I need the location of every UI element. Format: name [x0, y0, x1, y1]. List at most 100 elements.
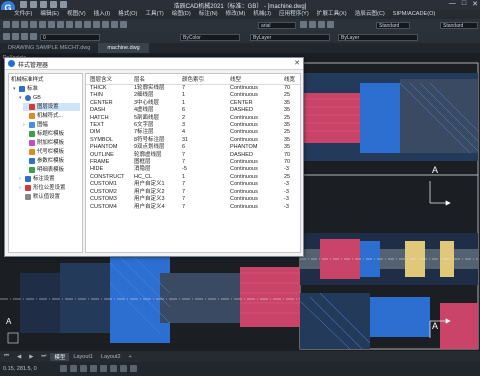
table-cell[interactable]: 7 — [178, 85, 226, 93]
table-row[interactable]: CUSTOM3 用户自定义3 7 Continuous -3 — [86, 196, 300, 203]
table-cell[interactable]: 9双点划线层 — [130, 144, 178, 151]
table-cell[interactable]: 35 — [280, 137, 300, 144]
tree-item-code-block[interactable]: 代号栏模板 — [23, 148, 64, 156]
table-cell[interactable]: 2细线层 — [130, 92, 178, 99]
chevron-down-icon[interactable]: ▾ — [13, 85, 17, 93]
table-row[interactable]: OUTLINE 轮廓虚线层 7 DASHED 70 — [86, 152, 300, 159]
table-cell[interactable]: 1 — [178, 100, 226, 107]
table-cell[interactable]: 4虚线层 — [130, 107, 178, 114]
save-tool-icon[interactable] — [21, 21, 28, 28]
table-cell[interactable]: OUTLINE — [86, 152, 130, 159]
print-icon[interactable] — [30, 21, 37, 28]
menu-sipm[interactable]: SIPM/ACADE(O) — [389, 10, 440, 19]
table-cell[interactable]: Continuous — [226, 159, 280, 166]
table-cell[interactable]: 7 — [178, 204, 226, 211]
table-row[interactable]: THIN 2细线层 1 Continuous 25 — [86, 92, 300, 99]
table-cell[interactable]: Continuous — [226, 196, 280, 203]
table-row[interactable]: CUSTOM1 用户自定义1 7 Continuous -3 — [86, 181, 300, 188]
table-row[interactable]: FRAME 图框层 7 Continuous 70 — [86, 159, 300, 166]
new-icon[interactable] — [3, 21, 10, 28]
table-cell[interactable]: PHANTOM — [226, 144, 280, 151]
table-row[interactable]: PHANTOM 9双点划线层 6 PHANTOM 35 — [86, 144, 300, 151]
tree-item-bom-block[interactable]: 明细表模板 — [23, 166, 64, 174]
table-cell[interactable]: Continuous — [226, 137, 280, 144]
table-cell[interactable]: 4 — [178, 129, 226, 136]
doc-tab-drawing-sample[interactable]: DRAWING SAMPLE MECHT.dwg — [0, 43, 100, 53]
match-prop-icon[interactable] — [75, 21, 82, 28]
tree-item-defaults[interactable]: 默认值设置 — [19, 193, 60, 201]
tree-item-gb[interactable]: ▾ GB — [19, 94, 41, 102]
table-row[interactable]: HATCH 5剖面线层 2 Continuous 25 — [86, 115, 300, 122]
tab-model[interactable]: 模型 — [50, 352, 70, 361]
linetype-combo[interactable]: ByLayer — [250, 34, 330, 41]
col-lineweight[interactable]: 线宽 — [280, 74, 300, 85]
table-cell[interactable]: Continuous — [226, 129, 280, 136]
osnap-icon[interactable] — [100, 365, 107, 372]
table-cell[interactable]: 6 — [178, 144, 226, 151]
table-cell[interactable]: 1 — [178, 92, 226, 99]
menu-draw[interactable]: 绘图(D) — [168, 10, 195, 19]
menu-insert[interactable]: 插入(I) — [90, 10, 114, 19]
table-cell[interactable]: Continuous — [226, 122, 280, 129]
otrack-icon[interactable] — [110, 365, 117, 372]
chevron-right-icon[interactable]: › — [23, 121, 27, 129]
table-row[interactable]: CUSTOM4 用户自定义4 7 Continuous -3 — [86, 204, 300, 211]
transparency-icon[interactable] — [130, 365, 137, 372]
table-row[interactable]: HIDE 消隐层 -5 Continuous -3 — [86, 166, 300, 173]
text-style-icon[interactable] — [318, 21, 325, 28]
table-cell[interactable]: -5 — [178, 166, 226, 173]
menu-extension-tools[interactable]: 扩展工具(X) — [313, 10, 351, 19]
zoom-icon[interactable] — [111, 21, 118, 28]
layer-state-icon[interactable] — [12, 33, 19, 40]
table-cell[interactable]: 6 — [178, 107, 226, 114]
menu-view[interactable]: 视图(V) — [63, 10, 90, 19]
color-combo[interactable]: ByColor — [180, 34, 240, 41]
tree-item-gdt-settings[interactable]: › 形位公差设置 — [19, 184, 65, 192]
col-linetype[interactable]: 线型 — [226, 74, 280, 85]
table-cell[interactable]: 3 — [178, 122, 226, 129]
table-cell[interactable]: CENTER — [226, 100, 280, 107]
table-cell[interactable]: 31 — [178, 137, 226, 144]
table-cell[interactable]: 70 — [280, 85, 300, 93]
table-cell[interactable]: DASH — [86, 107, 130, 114]
menu-edit[interactable]: 编辑(E) — [36, 10, 63, 19]
maximize-button[interactable]: □ — [462, 0, 466, 8]
close-window-button[interactable]: ✕ — [472, 0, 478, 8]
table-row[interactable]: CENTER 3中心线层 1 CENTER 35 — [86, 100, 300, 107]
table-cell[interactable]: TEXT — [86, 122, 130, 129]
table-cell[interactable]: 25 — [280, 174, 300, 181]
add-layout-icon[interactable]: + — [125, 354, 136, 360]
dialog-close-button[interactable]: ✕ — [294, 59, 300, 67]
tab-layout1[interactable]: Layout1 — [69, 354, 97, 360]
text-style-combo[interactable]: Standard — [440, 22, 478, 29]
lineweight-icon[interactable] — [120, 365, 127, 372]
tree-item-mech-symbol[interactable]: 机械符式... — [23, 112, 63, 120]
font-combo[interactable]: arial — [258, 22, 296, 29]
grid-icon[interactable] — [70, 365, 77, 372]
table-cell[interactable]: Continuous — [226, 189, 280, 196]
table-cell[interactable]: THICK — [86, 85, 130, 93]
table-cell[interactable]: Continuous — [226, 174, 280, 181]
table-cell[interactable]: SYMBOL — [86, 137, 130, 144]
table-cell[interactable]: 用户自定义2 — [130, 189, 178, 196]
menu-tools[interactable]: 工具(T) — [141, 10, 167, 19]
redo-tool-icon[interactable] — [93, 21, 100, 28]
copy-icon[interactable] — [57, 21, 64, 28]
table-cell[interactable]: 7 — [178, 181, 226, 188]
table-row[interactable]: CONSTRUCT HC_CL 1 Continuous 25 — [86, 174, 300, 181]
table-cell[interactable]: CUSTOM2 — [86, 189, 130, 196]
menu-applications[interactable]: 应用程序(Y) — [275, 10, 313, 19]
table-cell[interactable]: Continuous — [226, 85, 280, 93]
undo-tool-icon[interactable] — [84, 21, 91, 28]
lineweight-combo[interactable]: ByLayer — [338, 34, 418, 41]
table-cell[interactable]: -3 — [280, 196, 300, 203]
table-cell[interactable]: CENTER — [86, 100, 130, 107]
table-cell[interactable]: Continuous — [226, 166, 280, 173]
nav-prev-icon[interactable]: ◀ — [13, 354, 25, 360]
table-cell[interactable]: 35 — [280, 100, 300, 107]
table-cell[interactable]: -3 — [280, 189, 300, 196]
col-layer-name[interactable]: 层名 — [130, 74, 178, 85]
zoom-window-icon[interactable] — [120, 21, 127, 28]
table-cell[interactable]: Continuous — [226, 92, 280, 99]
table-row[interactable]: THICK 1轮廓实线层 7 Continuous 70 — [86, 85, 300, 93]
